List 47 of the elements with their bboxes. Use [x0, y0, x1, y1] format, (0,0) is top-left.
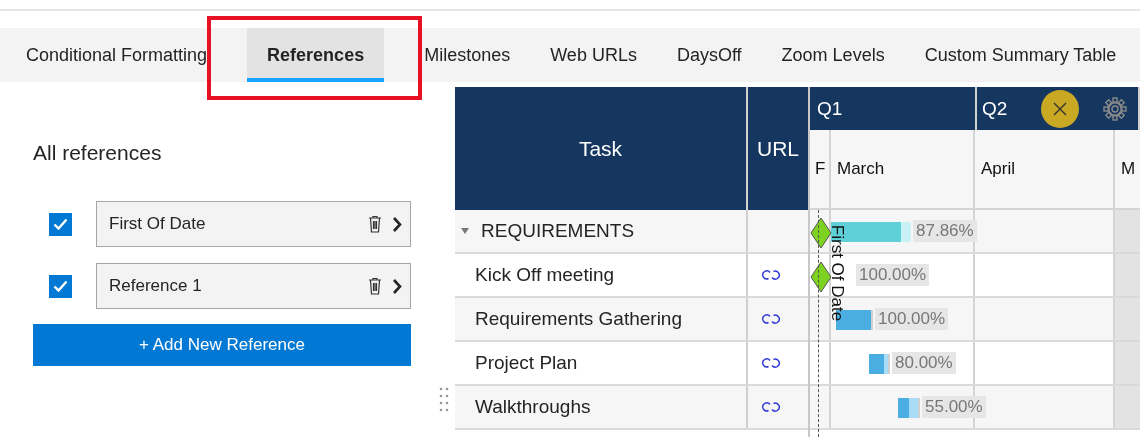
- percent-label: 100.00%: [856, 264, 930, 286]
- link-icon[interactable]: [761, 312, 781, 326]
- tab[interactable]: Web URLs: [540, 28, 647, 82]
- tab[interactable]: References: [247, 28, 385, 82]
- caret-icon[interactable]: [461, 227, 469, 235]
- month-header: M: [1120, 158, 1137, 180]
- chevron-right-icon[interactable]: [392, 215, 402, 233]
- reference-name: First Of Date: [109, 214, 207, 234]
- trash-icon[interactable]: [368, 215, 382, 233]
- drag-handle-icon[interactable]: [439, 387, 449, 412]
- percent-label: 80.00%: [892, 352, 956, 374]
- panel-title: All references: [33, 141, 162, 165]
- check-icon: [53, 218, 68, 230]
- link-icon[interactable]: [761, 400, 781, 414]
- reference-item[interactable]: First Of Date: [96, 201, 411, 247]
- reference-item[interactable]: Reference 1: [96, 263, 411, 309]
- percent-label: 55.00%: [922, 396, 986, 418]
- percent-label: 100.00%: [875, 308, 949, 330]
- month-header: March: [831, 130, 975, 208]
- add-reference-button[interactable]: + Add New Reference: [33, 324, 411, 366]
- group-name: REQUIREMENTS: [481, 220, 635, 242]
- close-icon: [1053, 102, 1067, 116]
- column-header: URL: [756, 135, 800, 162]
- trash-icon[interactable]: [368, 277, 382, 295]
- tab[interactable]: Conditional Formatting: [16, 28, 218, 82]
- settings-icon[interactable]: [1103, 97, 1127, 121]
- milestone-diamond-icon[interactable]: [810, 217, 832, 249]
- tab[interactable]: Zoom Levels: [771, 28, 895, 82]
- task-name: Requirements Gathering: [475, 308, 682, 330]
- task-name: Project Plan: [475, 352, 578, 374]
- task-name: Walkthroughs: [475, 396, 591, 418]
- tab[interactable]: Custom Summary Table: [914, 28, 1127, 82]
- reference-name: Reference 1: [109, 276, 203, 296]
- reference-label: First Of Date: [827, 224, 848, 322]
- milestone-diamond-icon[interactable]: [810, 261, 832, 293]
- month-header: April: [975, 130, 1115, 208]
- tab[interactable]: DaysOff: [666, 28, 752, 82]
- task-name: Kick Off meeting: [475, 264, 615, 286]
- tab[interactable]: Milestones: [414, 28, 521, 82]
- checkbox[interactable]: [49, 274, 72, 298]
- check-icon: [53, 280, 68, 292]
- chevron-right-icon[interactable]: [392, 277, 402, 295]
- checkbox[interactable]: [49, 212, 72, 236]
- percent-label: 87.86%: [913, 220, 977, 242]
- link-icon[interactable]: [761, 268, 781, 282]
- month-header: F: [810, 130, 831, 208]
- link-icon[interactable]: [761, 356, 781, 370]
